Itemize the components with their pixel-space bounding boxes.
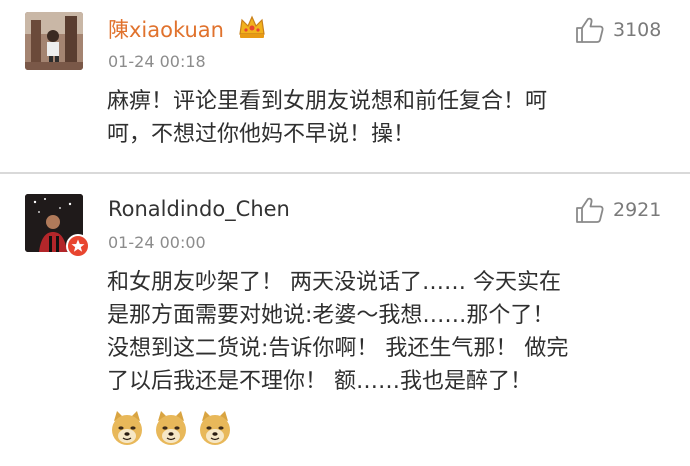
comment-text: 和女朋友吵架了！ 两天没说话了…… 今天实在 是那方面需要对她说:老婆～我想……… bbox=[107, 266, 568, 398]
doge-icon bbox=[200, 411, 230, 445]
comment-line: 和女朋友吵架了！ 两天没说话了…… 今天实在 bbox=[107, 270, 561, 295]
comment-text: 麻痹！评论里看到女朋友说想和前任复合！呵 呵，不想过你他妈不早说！操！ bbox=[107, 85, 547, 151]
comment-line: 了以后我还是不理你！ 额……我也是醉了！ bbox=[107, 369, 532, 394]
username[interactable]: 陳xiaokuan bbox=[108, 14, 224, 44]
like-button[interactable]: 2921 bbox=[575, 196, 661, 224]
timestamp: 01-24 00:00 bbox=[108, 233, 206, 252]
like-count: 3108 bbox=[613, 19, 662, 41]
comment-line: 是那方面需要对她说:老婆～我想……那个了！ bbox=[107, 303, 555, 328]
thumbs-up-icon bbox=[576, 17, 604, 43]
doge-icon bbox=[156, 411, 186, 445]
username[interactable]: Ronaldindo_Chen bbox=[108, 197, 290, 221]
timestamp: 01-24 00:18 bbox=[108, 52, 206, 71]
comment-line: 没想到这二货说:告诉你啊！ 我还生气那！ 做完 bbox=[107, 336, 569, 361]
like-count: 2921 bbox=[613, 199, 662, 221]
comment-item: 陳xiaokuan 01-24 00:18 3108 麻痹！评论里看到女朋友说想… bbox=[0, 0, 690, 172]
like-button[interactable]: 3108 bbox=[575, 16, 661, 44]
comment-line: 呵，不想过你他妈不早说！操！ bbox=[107, 122, 416, 147]
crown-icon bbox=[237, 14, 267, 40]
emoji-row bbox=[108, 409, 234, 447]
comment-line: 麻痹！评论里看到女朋友说想和前任复合！呵 bbox=[107, 89, 548, 114]
avatar[interactable] bbox=[25, 12, 83, 70]
doge-icon bbox=[112, 411, 142, 445]
comment-feed: 陳xiaokuan 01-24 00:18 3108 麻痹！评论里看到女朋友说想… bbox=[0, 0, 690, 466]
thumbs-up-icon bbox=[576, 197, 604, 223]
verified-star-icon bbox=[66, 234, 90, 258]
